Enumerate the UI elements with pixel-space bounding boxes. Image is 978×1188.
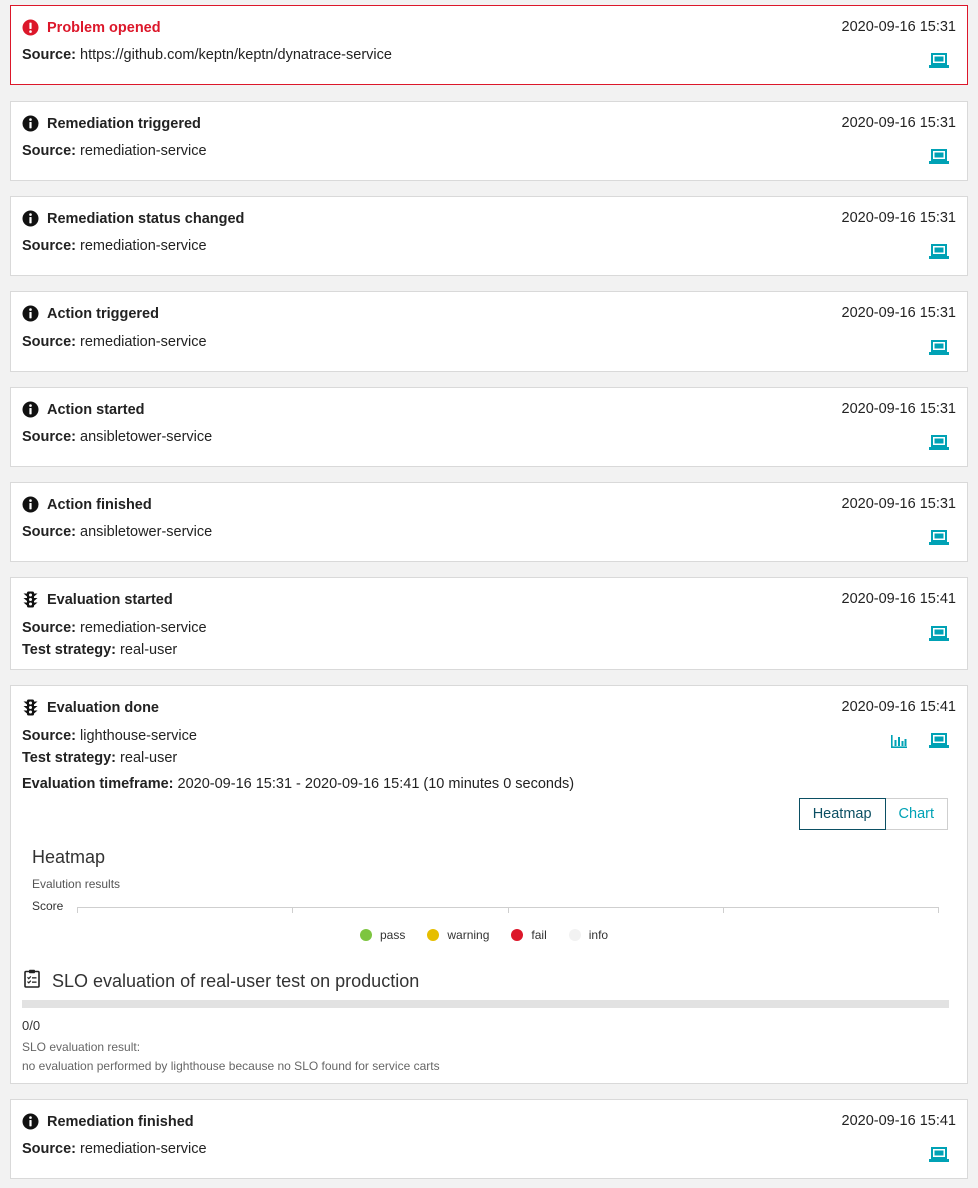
legend-item-warning[interactable]: warning (427, 928, 489, 942)
view-event-payload-icon[interactable] (929, 340, 949, 356)
chart-toggle-button[interactable]: Chart (885, 798, 948, 830)
event-timestamp: 2020-09-16 15:31 (841, 115, 957, 131)
info-icon (22, 305, 39, 322)
alert-circle-icon (22, 19, 39, 36)
heatmap-axis-tick (723, 908, 724, 913)
view-event-payload-icon[interactable] (929, 1147, 949, 1163)
slo-score: 0/0 (22, 1018, 41, 1033)
bar-chart-icon[interactable] (889, 733, 909, 749)
clipboard-checklist-icon (24, 969, 40, 993)
traffic-light-icon (22, 699, 39, 716)
event-timestamp: 2020-09-16 15:41 (841, 591, 957, 607)
event-source: Source: remediation-service (22, 334, 207, 350)
heatmap-subtitle: Evalution results (32, 877, 121, 891)
slo-result-label: SLO evaluation result: (22, 1040, 141, 1054)
event-card-action-started: Action started 2020-09-16 15:31 Source: … (10, 387, 968, 467)
event-title: Action started (47, 401, 145, 418)
info-icon (22, 1113, 39, 1130)
view-toggle: Heatmap Chart (798, 798, 948, 830)
heatmap-axis-tick (292, 908, 293, 913)
heatmap-axis (77, 907, 939, 913)
slo-title-text: SLO evaluation of real-user test on prod… (52, 970, 420, 991)
heatmap-title: Heatmap (32, 847, 106, 867)
legend-label: info (588, 928, 609, 942)
event-timestamp: 2020-09-16 15:31 (841, 496, 957, 512)
event-card-remediation-triggered: Remediation triggered 2020-09-16 15:31 S… (10, 101, 968, 181)
info-icon (22, 115, 39, 132)
event-card-problem-opened: Problem opened 2020-09-16 15:31 Source: … (10, 5, 968, 85)
event-title: Evaluation done (47, 699, 159, 716)
event-timestamp: 2020-09-16 15:31 (841, 305, 957, 321)
event-timestamp: 2020-09-16 15:31 (841, 401, 957, 417)
event-timestamp: 2020-09-16 15:31 (841, 210, 957, 226)
view-event-payload-icon[interactable] (929, 626, 949, 642)
heatmap-axis-tick (938, 908, 939, 913)
legend-dot (427, 929, 440, 941)
event-title: Action finished (47, 496, 152, 513)
legend-label: pass (380, 928, 406, 942)
heatmap-toggle-button[interactable]: Heatmap (798, 798, 886, 830)
event-source: Source: https://github.com/keptn/keptn/d… (22, 47, 392, 63)
view-event-payload-icon[interactable] (929, 149, 949, 165)
event-source: Source: remediation-service (22, 620, 207, 636)
event-test-strategy: Test strategy: real-user (22, 750, 178, 766)
legend-item-info[interactable]: info (568, 928, 609, 942)
event-timestamp: 2020-09-16 15:41 (841, 699, 957, 715)
traffic-light-icon (22, 591, 39, 608)
legend-item-pass[interactable]: pass (360, 928, 405, 942)
event-source: Source: remediation-service (22, 143, 207, 159)
event-card-action-triggered: Action triggered 2020-09-16 15:31 Source… (10, 291, 968, 372)
event-card-remediation-finished: Remediation finished 2020-09-16 15:41 So… (10, 1099, 968, 1179)
legend-dot (511, 929, 524, 941)
event-title: Evaluation started (47, 591, 173, 608)
event-timestamp: 2020-09-16 15:31 (841, 19, 957, 35)
event-card-evaluation-started: Evaluation started 2020-09-16 15:41 Sour… (10, 577, 968, 670)
event-card-evaluation-done: Evaluation done 2020-09-16 15:41 Source:… (10, 685, 968, 1084)
event-evaluation-timeframe: Evaluation timeframe: 2020-09-16 15:31 -… (22, 776, 575, 792)
legend-dot (360, 929, 372, 941)
event-source: Source: remediation-service (22, 238, 207, 254)
view-event-payload-icon[interactable] (929, 733, 949, 749)
heatmap-axis-tick (508, 908, 509, 913)
event-card-action-finished: Action finished 2020-09-16 15:31 Source:… (10, 482, 968, 562)
slo-score-bar (22, 1000, 949, 1008)
legend-item-fail[interactable]: fail (511, 928, 547, 942)
heatmap-axis-tick (77, 908, 78, 913)
event-source: Source: ansibletower-service (22, 524, 213, 540)
legend-dot (568, 929, 581, 941)
event-title: Remediation finished (47, 1113, 194, 1130)
event-title: Problem opened (47, 19, 161, 36)
view-event-payload-icon[interactable] (929, 435, 949, 451)
heatmap-y-label: Score (32, 899, 64, 913)
view-event-payload-icon[interactable] (929, 530, 949, 546)
event-timeline: Problem opened 2020-09-16 15:31 Source: … (0, 0, 978, 1188)
event-test-strategy: Test strategy: real-user (22, 642, 178, 658)
event-timestamp: 2020-09-16 15:41 (841, 1113, 957, 1129)
event-source: Source: lighthouse-service (22, 728, 197, 744)
view-event-payload-icon[interactable] (929, 53, 949, 69)
heatmap-legend: pass warning fail info (360, 928, 630, 942)
view-event-payload-icon[interactable] (929, 244, 949, 260)
slo-section-title: SLO evaluation of real-user test on prod… (24, 969, 419, 993)
legend-label: warning (447, 928, 490, 942)
legend-label: fail (531, 928, 547, 942)
slo-result-text: no evaluation performed by lighthouse be… (22, 1059, 440, 1073)
event-title: Remediation triggered (47, 115, 201, 132)
event-title: Remediation status changed (47, 210, 245, 227)
info-icon (22, 401, 39, 418)
info-icon (22, 496, 39, 513)
event-card-remediation-status-changed: Remediation status changed 2020-09-16 15… (10, 196, 968, 276)
event-source: Source: ansibletower-service (22, 429, 213, 445)
info-icon (22, 210, 39, 227)
event-title: Action triggered (47, 305, 159, 322)
event-source: Source: remediation-service (22, 1141, 207, 1157)
